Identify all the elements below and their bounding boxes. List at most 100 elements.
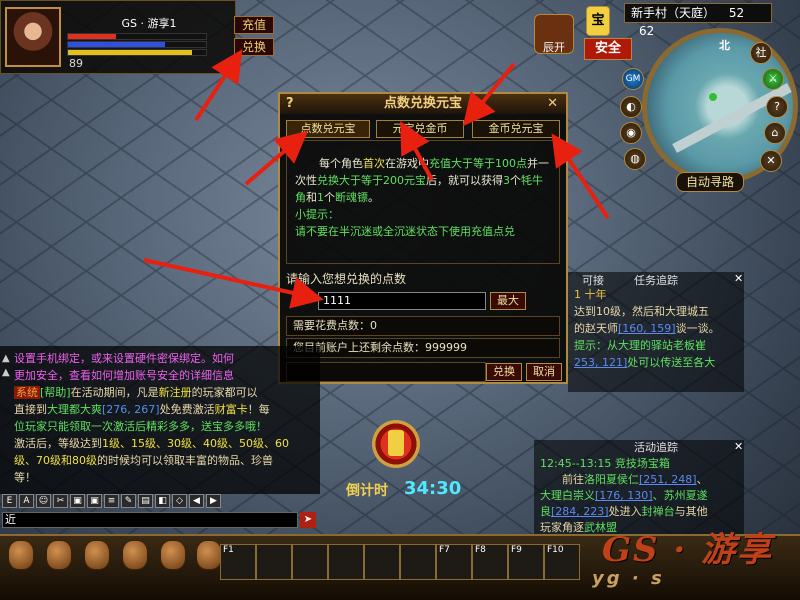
auto-pathfind-button[interactable]: 自动寻路: [676, 172, 744, 192]
quest-coord-link[interactable]: 253, 121]: [574, 356, 627, 369]
countdown-label: 倒计时: [346, 483, 388, 499]
chat-next-icon[interactable]: ▶: [206, 494, 221, 508]
tip-text: 请不要在半沉迷或全沉迷状态下使用充值点兑: [295, 225, 515, 238]
confirm-exchange-button[interactable]: 兑换: [486, 363, 522, 381]
countdown-timer: 34:30: [404, 478, 462, 499]
treasure-icon[interactable]: 宝: [586, 6, 610, 36]
map-location-bar: 新手村（天庭） 52 62: [624, 3, 772, 38]
chat-text: 在活动期间，凡是: [70, 386, 159, 399]
chat-face-icon[interactable]: ☺: [36, 494, 51, 508]
dialog-close-icon[interactable]: ✕: [547, 94, 558, 114]
tab-points-to-yuanbao[interactable]: 点数兑元宝: [286, 120, 370, 138]
quest-tracker: 可接 任务追踪 1 十年 达到10级，然后和大理城五 的赵天师[160, 159…: [568, 272, 744, 392]
bag-menu-icon[interactable]: [46, 540, 72, 570]
skill-slot[interactable]: F1: [220, 544, 256, 580]
recharge-button[interactable]: 充值: [234, 16, 274, 34]
player-avatar[interactable]: [5, 7, 61, 67]
event-coord-link[interactable]: [176, 130]: [595, 489, 653, 502]
quest-line: 253, 121]处可以传送至各大: [574, 354, 740, 371]
chat-line: 等！: [14, 471, 36, 484]
chat-tool-icon[interactable]: ◧: [155, 494, 170, 508]
tab-gold-to-yuanbao[interactable]: 金币兑元宝: [472, 120, 560, 138]
chat-tool-icon[interactable]: ◇: [172, 494, 187, 508]
event-close-icon[interactable]: ✕: [734, 440, 748, 454]
cost-display: 需要花费点数：0: [286, 316, 560, 336]
quest-coord-link[interactable]: [160, 159]: [618, 322, 676, 335]
event-npc[interactable]: 大理白崇义: [540, 489, 595, 502]
chat-tool-icon[interactable]: ✂: [53, 494, 68, 508]
chat-font-icon[interactable]: E: [2, 494, 17, 508]
event-place[interactable]: 封禅台: [642, 505, 675, 518]
social-button[interactable]: 社: [750, 42, 772, 64]
skill-slot[interactable]: [364, 544, 400, 580]
skill-key-label: F1: [223, 545, 234, 555]
map-mark-icon[interactable]: ◍: [624, 148, 646, 170]
event-npc[interactable]: 洛阳夏侯仁: [584, 473, 639, 486]
rage-bar: [67, 49, 207, 56]
map-eye-icon[interactable]: ◉: [620, 122, 642, 144]
chat-a-icon[interactable]: A: [19, 494, 34, 508]
skill-slot[interactable]: F8: [472, 544, 508, 580]
team-menu-icon[interactable]: [160, 540, 186, 570]
world-map-icon[interactable]: ⌂: [764, 122, 786, 144]
skill-menu-icon[interactable]: [84, 540, 110, 570]
chat-text: 的时候均可以领取丰富的物品、珍兽: [97, 454, 273, 467]
exchange-description: 每个角色首次在游戏中充值大于等于100点并一次性兑换大于等于200元宝后，就可以…: [286, 140, 560, 264]
map-zoom-icon[interactable]: ◐: [620, 96, 642, 118]
event-npc[interactable]: 、苏州夏遂: [653, 489, 708, 502]
quest-menu-icon[interactable]: [122, 540, 148, 570]
event-coord-link[interactable]: [251, 248]: [639, 473, 697, 486]
sword-icon[interactable]: ⚔: [762, 68, 784, 90]
dialog-titlebar[interactable]: ? 点数兑换元宝 ✕: [280, 94, 566, 114]
skill-slot[interactable]: [292, 544, 328, 580]
quest-text: 的赵天师: [574, 322, 618, 335]
tab-yuanbao-to-gold[interactable]: 元宝兑金币: [376, 120, 464, 138]
player-frame[interactable]: GS · 游享1 89: [0, 0, 236, 74]
chat-line: 更加安全，查看如何增加账号安全的详细信息: [14, 369, 234, 382]
quest-tab-available[interactable]: 可接: [582, 272, 604, 289]
chat-tool-icon[interactable]: ▣: [70, 494, 85, 508]
event-npc[interactable]: 良: [540, 505, 551, 518]
chat-input[interactable]: 近: [2, 512, 298, 528]
chat-tool-icon[interactable]: ✎: [121, 494, 136, 508]
chat-tool-icon[interactable]: ≡: [104, 494, 119, 508]
help-icon[interactable]: ?: [766, 96, 788, 118]
event-coord-link[interactable]: [284, 223]: [551, 505, 609, 518]
exchange-button[interactable]: 兑换: [234, 38, 274, 56]
chat-place[interactable]: 大理都大爽: [47, 403, 102, 416]
amount-input[interactable]: 1111: [318, 292, 486, 310]
chat-scroll-arrows[interactable]: ▲ ▲: [2, 352, 10, 380]
desc-condition: 充值大于等于100点: [429, 157, 527, 170]
skill-slot[interactable]: [328, 544, 364, 580]
chat-tool-icon[interactable]: ▤: [138, 494, 153, 508]
chat-window[interactable]: 设置手机绑定，或来设置硬件密保绑定。如何 更加安全，查看如何增加账号安全的详细信…: [0, 346, 320, 494]
map-x: 52: [728, 6, 745, 20]
max-button[interactable]: 最大: [490, 292, 526, 310]
chat-send-icon[interactable]: ➤: [300, 512, 316, 528]
quest-close-icon[interactable]: ✕: [734, 272, 748, 286]
desc-text: 。: [368, 191, 379, 204]
character-menu-icon[interactable]: [8, 540, 34, 570]
fortune-icon[interactable]: 辰开: [534, 14, 574, 54]
skill-slot[interactable]: [400, 544, 436, 580]
quest-line: 的赵天师[160, 159]谈一谈。: [574, 320, 740, 337]
quest-text: 谈一谈。: [675, 322, 720, 335]
dialog-help-icon[interactable]: ?: [286, 94, 294, 114]
safety-button[interactable]: 安全: [584, 38, 632, 60]
skill-slot[interactable]: [256, 544, 292, 580]
chat-coord-link[interactable]: [276, 267]: [102, 403, 160, 416]
quest-tab-tracking[interactable]: 任务追踪: [634, 272, 678, 289]
skill-slot[interactable]: F9: [508, 544, 544, 580]
help-link[interactable]: [帮助]: [40, 386, 71, 399]
pk-mode-icon[interactable]: ✕: [760, 150, 782, 172]
cancel-button[interactable]: 取消: [526, 363, 562, 381]
skill-slot[interactable]: F10: [544, 544, 580, 580]
skill-slot[interactable]: F7: [436, 544, 472, 580]
skill-key-label: F7: [439, 545, 450, 555]
event-text: 处进入: [608, 505, 642, 518]
chat-prev-icon[interactable]: ◀: [189, 494, 204, 508]
system-menu-icon[interactable]: [196, 540, 222, 570]
system-tag: 系统: [14, 386, 40, 399]
chat-tool-icon[interactable]: ▣: [87, 494, 102, 508]
gm-button[interactable]: GM: [622, 68, 644, 90]
